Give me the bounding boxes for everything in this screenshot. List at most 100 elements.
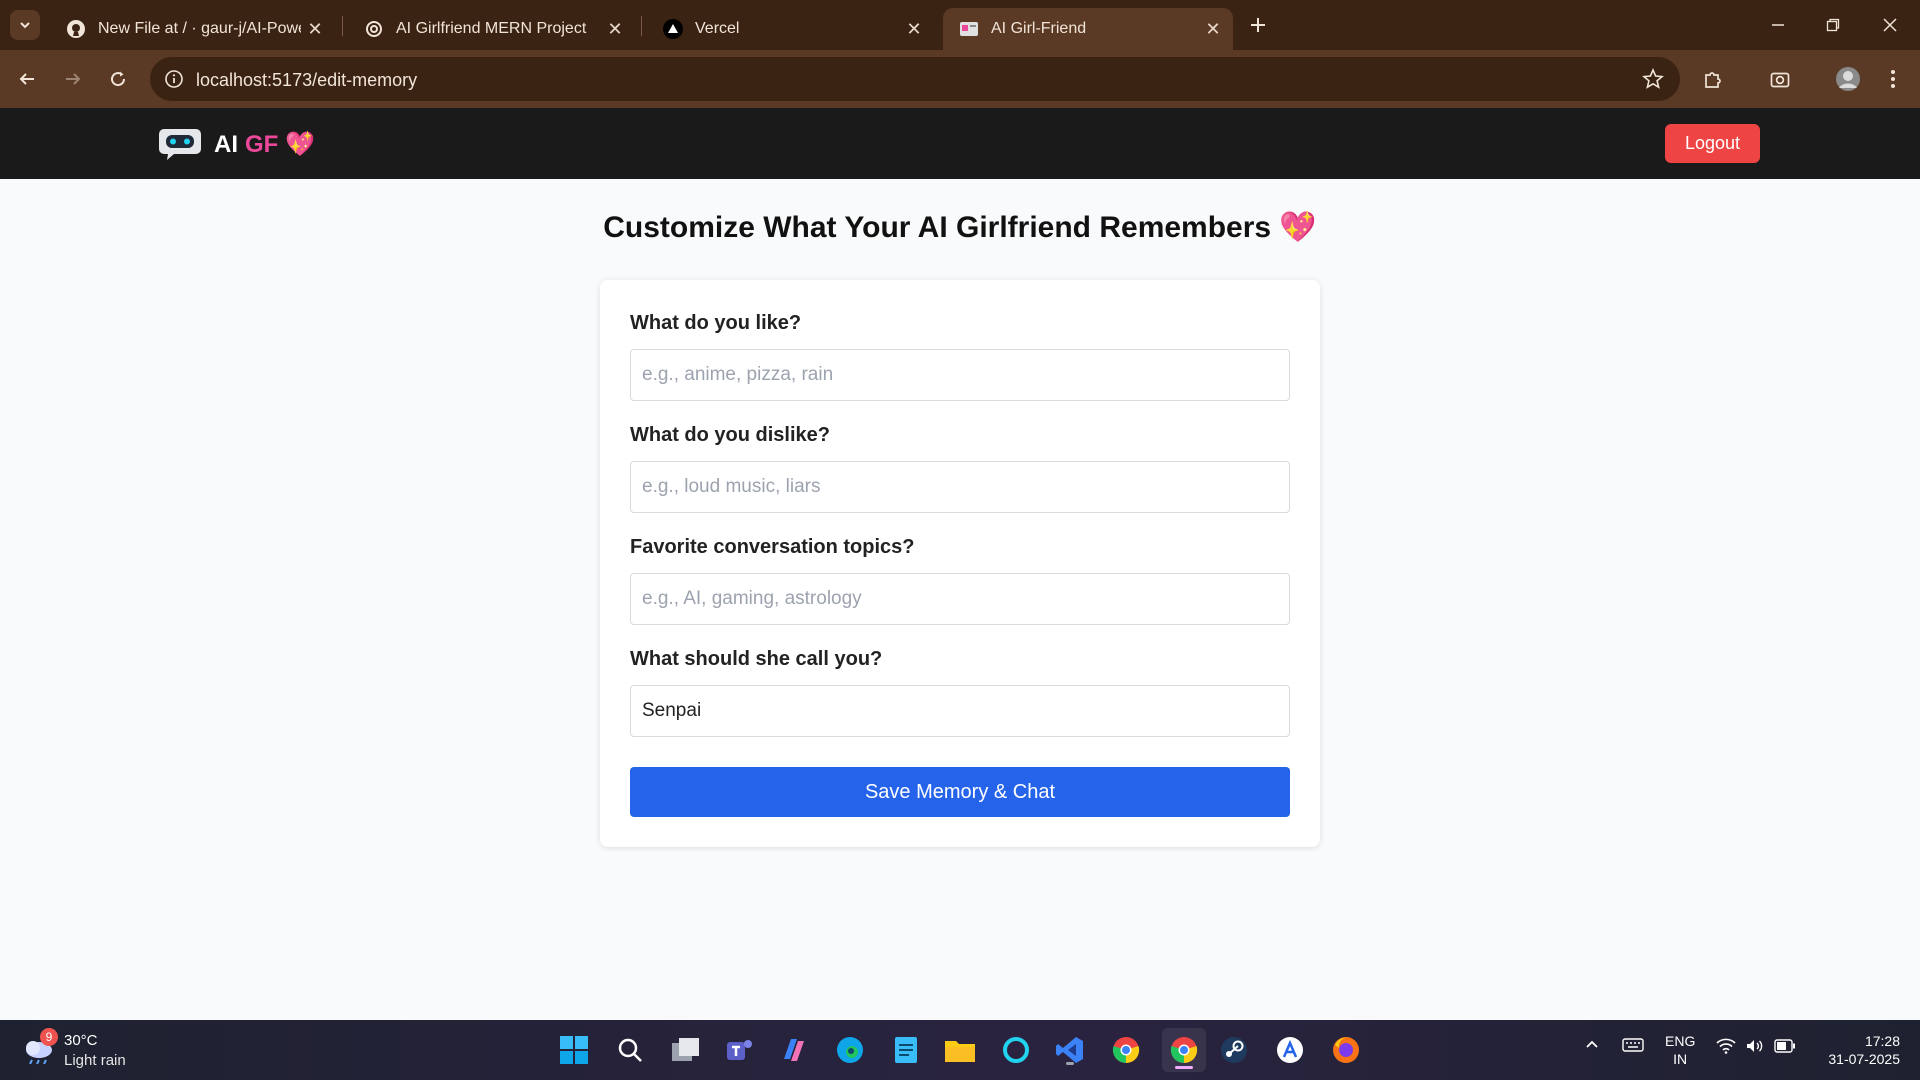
chrome-icon [1170, 1037, 1198, 1064]
puzzle-icon [1705, 72, 1721, 88]
tab-search-button[interactable] [10, 10, 40, 40]
cortana-app[interactable] [998, 1032, 1034, 1068]
reload-button[interactable] [103, 64, 133, 94]
nickname-label: What should she call you? [630, 648, 883, 670]
task-view-button[interactable] [668, 1032, 704, 1068]
heart-icon: 💖 [285, 131, 316, 158]
weather-badge: 9 [40, 1028, 58, 1046]
vscode-icon [1056, 1037, 1083, 1063]
chrome-app[interactable] [1108, 1032, 1144, 1068]
volume-icon[interactable] [1745, 1038, 1765, 1057]
tab-separator [641, 16, 642, 36]
circle-app-icon [1003, 1037, 1029, 1063]
page-title: Customize What Your AI Girlfriend Rememb… [603, 211, 1317, 244]
site-icon [959, 19, 979, 39]
brand-title[interactable]: AI GF 💖 [214, 130, 315, 159]
system-clock[interactable]: 17:28 31-07-2025 [1810, 1032, 1900, 1068]
url-text[interactable]: localhost:5173/edit-memory [196, 70, 417, 91]
battery-icon[interactable] [1774, 1039, 1796, 1056]
close-icon[interactable]: ✕ [900, 15, 928, 43]
firefox-icon [1333, 1037, 1359, 1063]
site-info-icon[interactable] [164, 69, 184, 89]
github-icon [66, 19, 86, 39]
taskbar-search-button[interactable] [612, 1032, 648, 1068]
robot-logo-icon[interactable] [158, 125, 202, 161]
screenshot-button[interactable] [1765, 64, 1795, 94]
topics-label: Favorite conversation topics? [630, 536, 915, 558]
kebab-menu-icon [1891, 70, 1895, 88]
save-memory-button[interactable]: Save Memory & Chat [630, 767, 1290, 817]
bookmark-star-icon[interactable] [1642, 67, 1664, 90]
likes-input[interactable] [630, 349, 1290, 401]
close-icon[interactable]: ✕ [601, 15, 629, 43]
tab-title: Vercel [695, 20, 740, 37]
folder-icon [945, 1041, 975, 1062]
close-window-button[interactable] [1870, 10, 1910, 40]
clock-date: 31-07-2025 [1828, 1051, 1900, 1067]
close-icon[interactable]: ✕ [301, 15, 329, 43]
browser-toolbar: localhost:5173/edit-memory [0, 50, 1920, 108]
copilot-icon [784, 1039, 804, 1061]
tab-github[interactable]: New File at / · gaur-j/AI-Powere ✕ [50, 8, 335, 50]
weather-widget[interactable]: 9 30°C Light rain [20, 1028, 140, 1072]
vercel-icon [663, 19, 683, 39]
tab-ai-girl-friend[interactable]: AI Girl-Friend ✕ [943, 8, 1233, 50]
arrow-right-icon [66, 73, 81, 85]
minimize-icon [1772, 24, 1784, 26]
profile-avatar[interactable] [1833, 64, 1863, 94]
tab-separator [342, 16, 343, 36]
app-running-indicator [1066, 1062, 1074, 1065]
app-navbar: AI GF 💖 Logout [0, 108, 1920, 179]
camera-icon [1770, 72, 1790, 88]
file-explorer-app[interactable] [942, 1032, 978, 1068]
app-store-app[interactable] [1272, 1032, 1308, 1068]
forward-button[interactable] [58, 64, 88, 94]
vscode-app[interactable] [1052, 1032, 1088, 1068]
app-active-indicator [1175, 1066, 1193, 1069]
copilot-app[interactable] [776, 1032, 812, 1068]
lang-line1: ENG [1665, 1033, 1696, 1049]
teams-app[interactable] [722, 1032, 758, 1068]
extensions-button[interactable] [1698, 64, 1728, 94]
likes-label: What do you like? [630, 312, 802, 334]
windows-icon [560, 1036, 588, 1064]
topics-input[interactable] [630, 573, 1290, 625]
steam-icon [1221, 1037, 1247, 1063]
address-bar[interactable]: localhost:5173/edit-memory [150, 57, 1680, 101]
back-button[interactable] [12, 64, 42, 94]
restore-button[interactable] [1813, 10, 1853, 40]
memory-form-card: What do you like? What do you dislike? F… [600, 280, 1320, 847]
app-store-icon [1277, 1037, 1303, 1063]
nickname-input[interactable] [630, 685, 1290, 737]
dislikes-input[interactable] [630, 461, 1290, 513]
chevron-up-icon[interactable] [1584, 1036, 1600, 1055]
chrome-icon [1112, 1037, 1140, 1064]
keyboard-icon[interactable] [1622, 1037, 1644, 1056]
browser-menu-button[interactable] [1878, 64, 1908, 94]
steam-app[interactable] [1216, 1032, 1252, 1068]
browser-tab-bar: New File at / · gaur-j/AI-Powere ✕ AI Gi… [0, 0, 1920, 50]
edge-app[interactable] [832, 1032, 868, 1068]
firefox-app[interactable] [1328, 1032, 1364, 1068]
logout-button[interactable]: Logout [1665, 124, 1760, 163]
minimize-button[interactable] [1758, 10, 1798, 40]
avatar-icon [1836, 67, 1860, 91]
close-icon [1883, 18, 1897, 32]
clock-time: 17:28 [1864, 1033, 1900, 1049]
start-button[interactable] [556, 1032, 592, 1068]
tab-vercel[interactable]: Vercel ✕ [647, 8, 934, 50]
close-icon[interactable]: ✕ [1199, 15, 1227, 43]
chrome-profile-app[interactable] [1162, 1028, 1206, 1072]
tab-chatgpt[interactable]: AI Girlfriend MERN Project ✕ [348, 8, 635, 50]
windows-taskbar: 9 30°C Light rain ENG IN 17:28 31-07-202… [0, 1020, 1920, 1080]
plus-icon [1251, 18, 1265, 32]
language-indicator[interactable]: ENG IN [1665, 1032, 1695, 1068]
tab-title: AI Girl-Friend [991, 20, 1087, 37]
wifi-icon[interactable] [1716, 1038, 1736, 1057]
task-view-icon [672, 1038, 699, 1061]
openai-icon [364, 19, 384, 39]
new-tab-button[interactable] [1243, 10, 1273, 40]
tab-title: New File at / · gaur-j/AI-Powere [98, 20, 301, 37]
notepad-app[interactable] [888, 1032, 924, 1068]
weather-temp: 30°C [64, 1032, 98, 1049]
